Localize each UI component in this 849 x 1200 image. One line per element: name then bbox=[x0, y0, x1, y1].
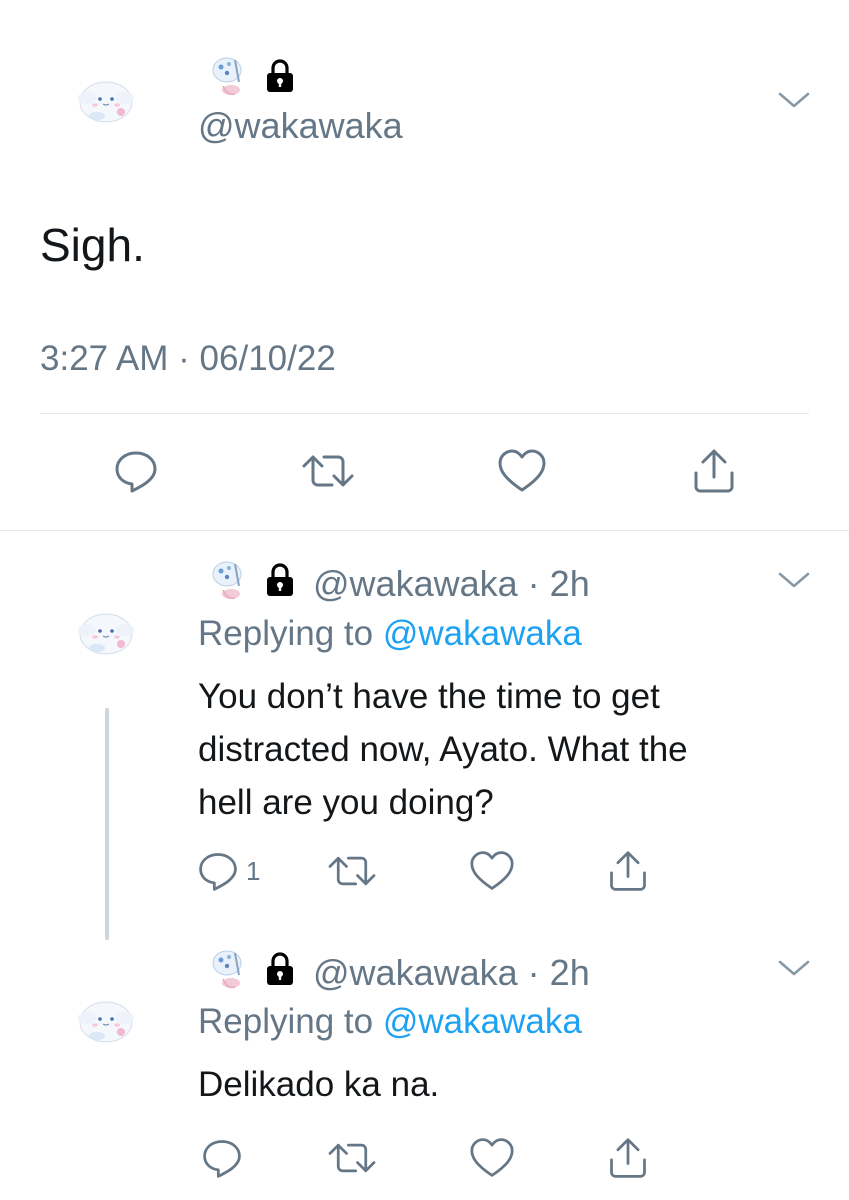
reply-tweet-text: Delikado ka na. bbox=[198, 1058, 818, 1111]
share-button[interactable] bbox=[598, 841, 658, 901]
retweet-button[interactable] bbox=[322, 841, 382, 901]
chevron-down-icon[interactable] bbox=[777, 957, 811, 979]
avatar[interactable] bbox=[75, 68, 137, 130]
thread-line bbox=[105, 708, 109, 940]
retweet-icon bbox=[326, 849, 378, 893]
protected-lock-icon bbox=[264, 562, 296, 598]
main-tweet-handle[interactable]: @wakawaka bbox=[198, 108, 403, 144]
reply-count: 1 bbox=[246, 856, 261, 886]
tweet-date: 06/10/22 bbox=[199, 339, 336, 378]
reply-button[interactable] bbox=[192, 1128, 252, 1188]
reply-age: 2h bbox=[549, 952, 590, 993]
protected-lock-icon bbox=[264, 58, 296, 94]
retweet-icon bbox=[326, 1136, 378, 1180]
retweet-button[interactable] bbox=[322, 1128, 382, 1188]
reply-handle[interactable]: @wakawaka bbox=[313, 563, 518, 604]
reply-header-meta: @wakawaka · 2h bbox=[313, 566, 590, 602]
main-tweet-text: Sigh. bbox=[40, 219, 145, 271]
reply-handle[interactable]: @wakawaka bbox=[313, 952, 518, 993]
reply-age: 2h bbox=[549, 563, 590, 604]
reply-icon bbox=[112, 447, 160, 495]
reply-text-line: distracted now, Ayato. What the bbox=[198, 730, 688, 769]
chevron-down-icon[interactable] bbox=[777, 89, 811, 111]
meta-separator: · bbox=[178, 339, 190, 378]
share-button[interactable] bbox=[598, 1128, 658, 1188]
replying-to: Replying to @wakawaka bbox=[198, 616, 582, 651]
reply-button[interactable] bbox=[106, 441, 166, 501]
chevron-down-icon[interactable] bbox=[777, 569, 811, 591]
reply-text-line: hell are you doing? bbox=[198, 783, 494, 822]
reply-text-line: You don’t have the time to get bbox=[198, 677, 660, 716]
like-button[interactable] bbox=[492, 441, 552, 501]
replying-to-label: Replying to bbox=[198, 614, 374, 653]
avatar[interactable] bbox=[75, 600, 137, 662]
share-icon bbox=[606, 849, 650, 893]
like-button[interactable] bbox=[462, 841, 522, 901]
like-icon bbox=[496, 447, 548, 495]
reply-header-meta: @wakawaka · 2h bbox=[313, 955, 590, 991]
share-icon bbox=[690, 447, 738, 495]
divider bbox=[0, 530, 849, 531]
retweet-button[interactable] bbox=[298, 441, 358, 501]
retweet-icon bbox=[300, 447, 356, 495]
reply-icon bbox=[196, 849, 240, 893]
replying-to: Replying to @wakawaka bbox=[198, 1004, 582, 1039]
replying-to-label: Replying to bbox=[198, 1002, 374, 1041]
like-icon bbox=[468, 1136, 516, 1180]
main-tweet-timestamp[interactable]: 3:27 AM · 06/10/22 bbox=[40, 341, 336, 376]
reply-button[interactable]: 1 bbox=[196, 846, 260, 896]
tweet-time: 3:27 AM bbox=[40, 339, 169, 378]
like-button[interactable] bbox=[462, 1128, 522, 1188]
divider bbox=[40, 413, 809, 414]
reply-text-line: Delikado ka na. bbox=[198, 1065, 440, 1104]
display-name-image-icon bbox=[205, 52, 251, 100]
share-icon bbox=[606, 1136, 650, 1180]
reply-icon bbox=[200, 1136, 244, 1180]
share-button[interactable] bbox=[684, 441, 744, 501]
replying-to-handle-link[interactable]: @wakawaka bbox=[383, 614, 582, 653]
reply-tweet-text: You don’t have the time to get distracte… bbox=[198, 670, 818, 829]
protected-lock-icon bbox=[264, 951, 296, 987]
replying-to-handle-link[interactable]: @wakawaka bbox=[383, 1002, 582, 1041]
meta-separator: · bbox=[527, 952, 540, 993]
meta-separator: · bbox=[527, 563, 540, 604]
avatar[interactable] bbox=[75, 988, 137, 1050]
display-name-image-icon bbox=[205, 556, 251, 604]
like-icon bbox=[468, 849, 516, 893]
display-name-image-icon bbox=[205, 945, 251, 993]
